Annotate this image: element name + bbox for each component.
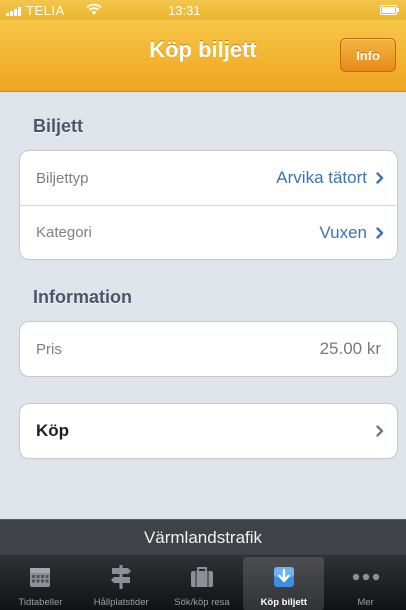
information-group: Pris 25.00 kr — [19, 321, 398, 377]
chevron-right-icon — [376, 226, 384, 239]
tab-label: Sök/köp resa — [174, 597, 230, 608]
buy-label: Köp — [36, 421, 70, 440]
wifi-icon — [86, 3, 102, 15]
status-bar: TELIA 13:31 — [0, 0, 406, 20]
ticket-group: Biljettyp Arvika tätort Kategori Vuxen — [19, 150, 398, 260]
brand-banner: Värmlandstrafik — [0, 519, 406, 555]
tab-search-buy-trip[interactable]: Sök/köp resa — [162, 555, 243, 610]
status-time: 13:31 — [168, 3, 201, 18]
tab-more[interactable]: Mer — [325, 555, 406, 610]
info-button[interactable]: Info — [340, 38, 396, 72]
chevron-right-icon — [376, 172, 384, 184]
tab-label: Mer — [357, 597, 374, 608]
calendar-icon — [25, 563, 55, 591]
battery-icon — [380, 5, 399, 15]
signpost-icon — [106, 563, 136, 591]
tab-timetables[interactable]: Tidtabeller — [0, 555, 81, 610]
chevron-right-icon — [376, 425, 384, 437]
ticket-type-row[interactable]: Biljettyp Arvika tätort — [20, 151, 397, 205]
briefcase-icon — [187, 563, 217, 591]
category-row[interactable]: Kategori Vuxen — [20, 205, 397, 259]
price-label: Pris — [36, 340, 62, 358]
section-header-information: Information — [33, 287, 132, 307]
tab-stop-times[interactable]: Hållplatstider — [81, 555, 162, 610]
ticket-type-value: Arvika tätort — [276, 168, 367, 187]
section-header-ticket: Biljett — [33, 116, 84, 136]
tab-buy-ticket[interactable]: Köp biljett — [243, 557, 325, 610]
signal-strength-icon — [6, 6, 26, 16]
tab-label: Köp biljett — [260, 597, 308, 608]
category-label: Kategori — [36, 224, 92, 241]
tab-label: Tidtabeller — [18, 597, 63, 608]
carrier-name: TELIA — [26, 3, 65, 18]
category-value: Vuxen — [319, 222, 367, 242]
buy-group: Köp — [19, 403, 398, 459]
buy-button[interactable]: Köp — [20, 404, 397, 458]
download-icon — [269, 563, 299, 591]
navigation-bar: Köp biljett Info — [0, 20, 406, 92]
more-icon — [351, 563, 381, 591]
price-row: Pris 25.00 kr — [20, 322, 397, 376]
tab-label: Hållplatstider — [93, 597, 149, 608]
ticket-type-label: Biljettyp — [36, 169, 89, 187]
price-value: 25.00 kr — [319, 339, 381, 358]
tab-bar: Tidtabeller Hållplatstider Sök/köp resa — [0, 555, 406, 610]
